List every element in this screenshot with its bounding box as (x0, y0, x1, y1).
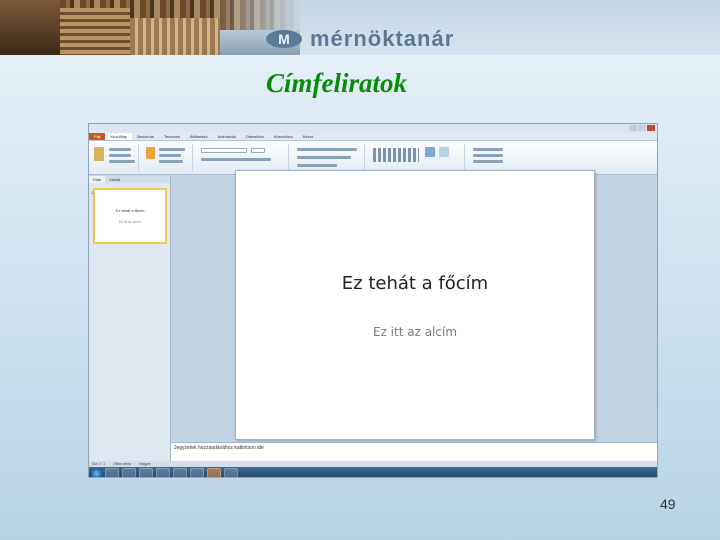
powerpoint-screenshot: Fájl Kezdőlap Beszúrás Tervezés Áttűnése… (88, 123, 658, 478)
new-slide-icon[interactable] (146, 147, 155, 159)
tab-home[interactable]: Kezdőlap (105, 133, 133, 140)
thumbnail-subtitle: Ez itt az alcím (119, 220, 141, 224)
font-group (197, 144, 289, 172)
arrange-icon[interactable] (425, 147, 435, 157)
status-slide-count: Dia 1 / 1 (92, 462, 106, 466)
start-button[interactable] (91, 467, 102, 477)
header-banner: mérnöktanár (0, 0, 720, 55)
font-family-select[interactable] (201, 148, 247, 153)
tab-slideshow[interactable]: Diavetítés (241, 133, 269, 140)
taskbar-app-paint[interactable] (224, 468, 238, 477)
quick-styles-icon[interactable] (439, 147, 449, 157)
status-language: magyar (139, 462, 151, 466)
taskbar-app-media[interactable] (139, 468, 153, 477)
slide-thumbnail[interactable]: 1 Ez tehát a főcím Ez itt az alcím (91, 188, 167, 244)
logo-icon (266, 30, 302, 48)
notes-field[interactable]: Jegyzetek hozzáadásához kattintson ide (171, 442, 657, 461)
format-painter-button[interactable] (109, 160, 135, 163)
tab-view[interactable]: Nézet (298, 133, 318, 140)
window-controls (629, 125, 655, 131)
alignment-buttons[interactable] (297, 156, 351, 159)
slides-pane: Diák Vázlat 1 Ez tehát a főcím Ez itt az… (89, 176, 171, 461)
windows-taskbar (89, 467, 657, 477)
logo: mérnöktanár (266, 26, 455, 51)
drawing-group (369, 144, 465, 172)
tab-slides[interactable]: Diák (89, 176, 106, 183)
list-buttons[interactable] (297, 148, 357, 151)
shapes-gallery[interactable] (373, 148, 419, 162)
slide-canvas[interactable]: Ez tehát a főcím Ez itt az alcím (235, 170, 595, 440)
taskbar-app-powerpoint[interactable] (207, 468, 221, 477)
logo-text: mérnöktanár (310, 26, 455, 51)
taskbar-app-browser[interactable] (122, 468, 136, 477)
thumbnail-title: Ez tehát a főcím (115, 208, 145, 213)
close-button[interactable] (647, 125, 655, 131)
tab-insert[interactable]: Beszúrás (132, 133, 159, 140)
select-button[interactable] (473, 160, 503, 163)
tab-animations[interactable]: Animációk (213, 133, 241, 140)
font-formatting-buttons[interactable] (201, 158, 271, 161)
slide-title-placeholder[interactable]: Ez tehát a főcím (236, 273, 594, 294)
tab-outline[interactable]: Vázlat (105, 176, 124, 183)
page-number: 49 (660, 496, 676, 512)
paragraph-group (293, 144, 365, 172)
workarea: Diák Vázlat 1 Ez tehát a főcím Ez itt az… (89, 170, 657, 461)
find-button[interactable] (473, 148, 503, 151)
smartart-button[interactable] (297, 164, 337, 167)
tab-design[interactable]: Tervezés (159, 133, 185, 140)
status-theme: Office-téma (113, 462, 132, 466)
slide-subtitle-placeholder[interactable]: Ez itt az alcím (236, 325, 594, 339)
page-title: Címfeliratok (266, 68, 407, 98)
window-titlebar (89, 124, 657, 133)
tab-file[interactable]: Fájl (89, 133, 106, 140)
cut-button[interactable] (109, 148, 131, 151)
reset-button[interactable] (159, 154, 181, 157)
layout-button[interactable] (159, 148, 185, 151)
taskbar-app-firefox[interactable] (156, 468, 170, 477)
maximize-button[interactable] (638, 125, 646, 131)
editing-group (469, 144, 529, 172)
paste-icon[interactable] (94, 147, 104, 161)
thumbnail-number: 1 (91, 190, 94, 195)
font-size-select[interactable] (251, 148, 265, 153)
taskbar-app-explorer[interactable] (105, 468, 119, 477)
section-button[interactable] (159, 160, 183, 163)
tab-review[interactable]: Korrektúra (269, 133, 298, 140)
minimize-button[interactable] (629, 125, 637, 131)
copy-button[interactable] (109, 154, 131, 157)
clipboard-group (91, 144, 139, 172)
tab-transitions[interactable]: Áttűnések (185, 133, 213, 140)
replace-button[interactable] (473, 154, 503, 157)
taskbar-app-folder[interactable] (173, 468, 187, 477)
ribbon-tabs: Fájl Kezdőlap Beszúrás Tervezés Áttűnése… (89, 133, 657, 141)
taskbar-app-word[interactable] (190, 468, 204, 477)
slides-group (143, 144, 193, 172)
pane-tabs: Diák Vázlat (89, 176, 170, 183)
city-photo-image (0, 0, 300, 55)
